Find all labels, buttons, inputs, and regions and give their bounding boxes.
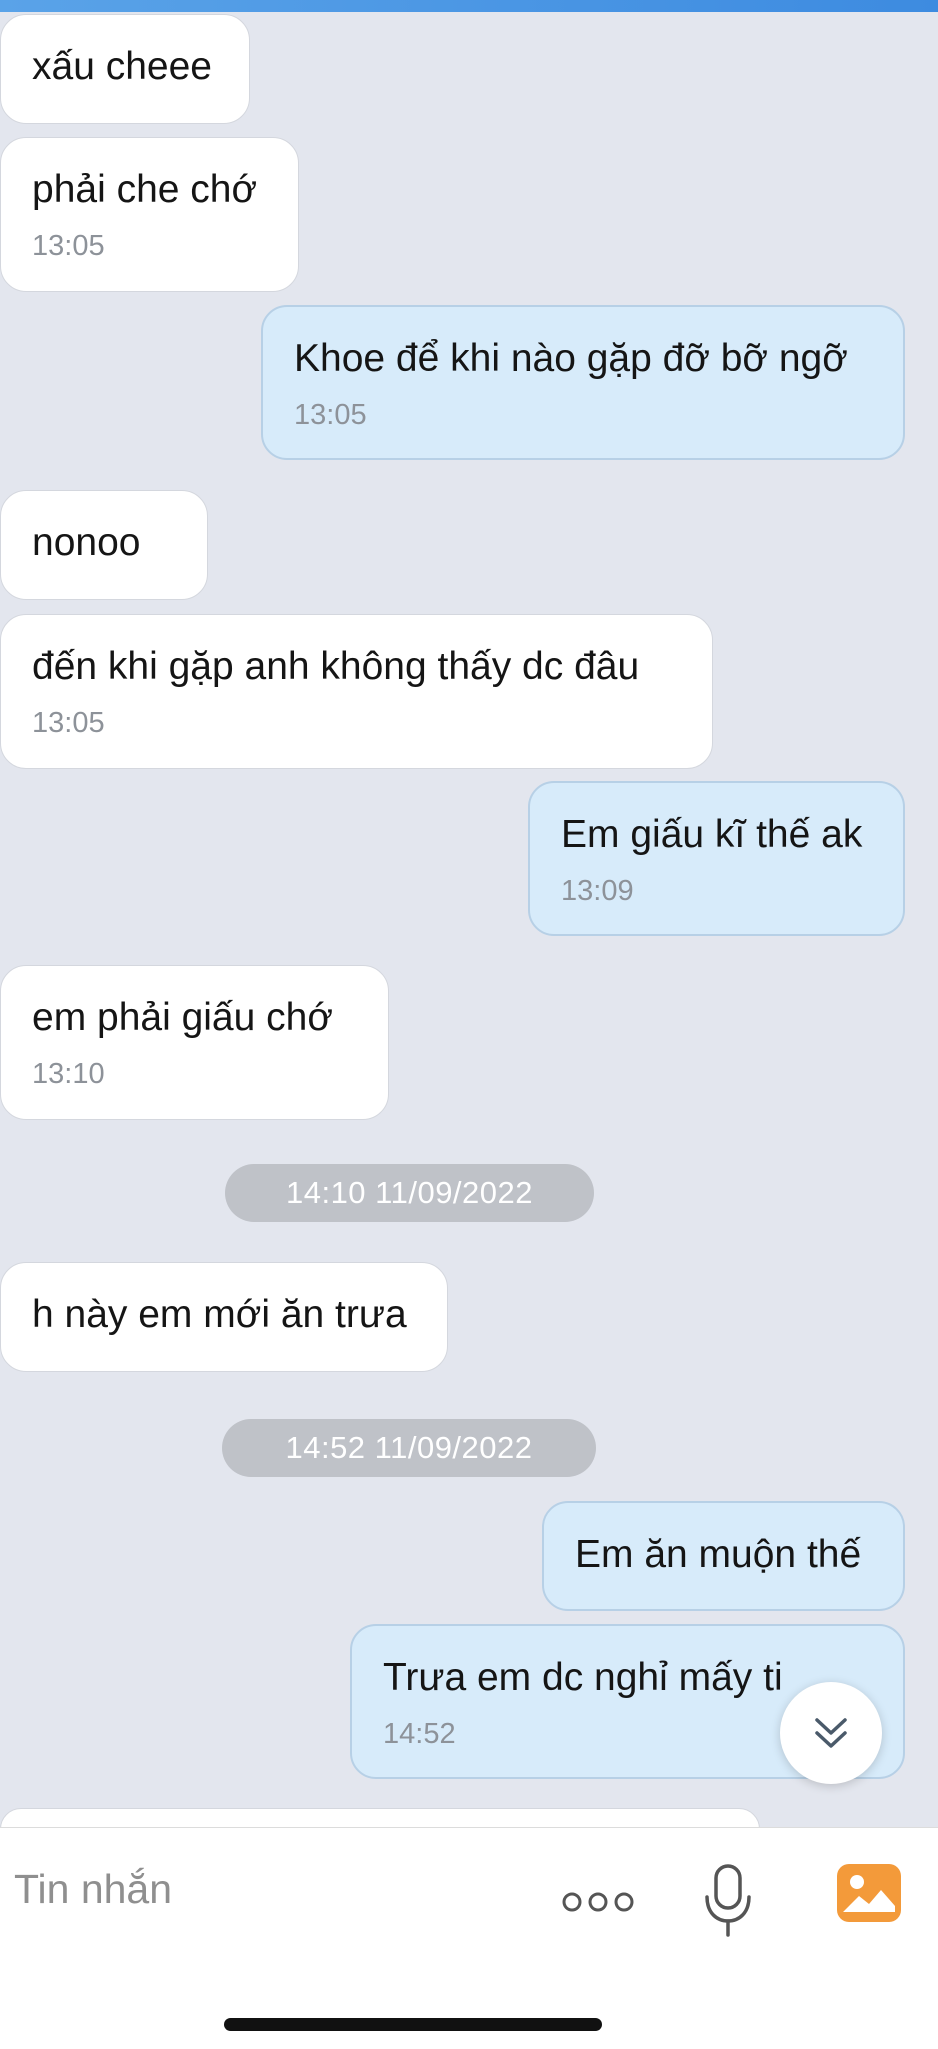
- message-incoming[interactable]: xấu cheee: [0, 14, 250, 124]
- message-composer: Tin nhắn: [0, 1827, 938, 2049]
- double-chevron-down-icon: [815, 1718, 847, 1748]
- message-outgoing[interactable]: Em giấu kĩ thế ak 13:09: [528, 781, 905, 936]
- message-text: Em giấu kĩ thế ak: [561, 813, 863, 856]
- image-icon[interactable]: [834, 1861, 904, 1925]
- home-indicator: [224, 2018, 602, 2031]
- message-time: 13:05: [32, 230, 105, 262]
- message-outgoing[interactable]: Em ăn muộn thế: [542, 1501, 905, 1611]
- message-time: 13:09: [561, 875, 634, 907]
- message-incoming[interactable]: h này em mới ăn trưa: [0, 1262, 448, 1372]
- message-text: em phải giấu chớ: [32, 996, 333, 1039]
- message-time: 13:05: [32, 707, 105, 739]
- message-text: Em ăn muộn thế: [575, 1533, 862, 1576]
- message-incoming[interactable]: đến khi gặp anh không thấy dc đâu 13:05: [0, 614, 713, 769]
- message-time: 13:10: [32, 1058, 105, 1090]
- message-input[interactable]: Tin nhắn: [14, 1866, 172, 1913]
- message-text: phải che chớ: [32, 168, 258, 211]
- message-time: 13:05: [294, 399, 367, 431]
- message-text: h này em mới ăn trưa: [32, 1293, 407, 1336]
- message-text: đến khi gặp anh không thấy dc đâu: [32, 645, 640, 688]
- message-incoming[interactable]: em phải giấu chớ 13:10: [0, 965, 389, 1120]
- message-text: xấu cheee: [32, 45, 212, 88]
- message-text: Khoe để khi nào gặp đỡ bỡ ngỡ: [294, 337, 848, 380]
- date-separator: 14:52 11/09/2022: [222, 1419, 596, 1477]
- scroll-to-bottom-button[interactable]: [780, 1682, 882, 1784]
- message-incoming[interactable]: phải che chớ 13:05: [0, 137, 299, 292]
- status-accent-bar: [0, 0, 938, 12]
- message-outgoing[interactable]: Khoe để khi nào gặp đỡ bỡ ngỡ 13:05: [261, 305, 905, 460]
- microphone-icon[interactable]: [700, 1862, 756, 1942]
- date-separator: 14:10 11/09/2022: [225, 1164, 594, 1222]
- message-text: nonoo: [32, 521, 141, 564]
- more-icon[interactable]: [558, 1882, 638, 1922]
- message-incoming[interactable]: nonoo: [0, 490, 208, 600]
